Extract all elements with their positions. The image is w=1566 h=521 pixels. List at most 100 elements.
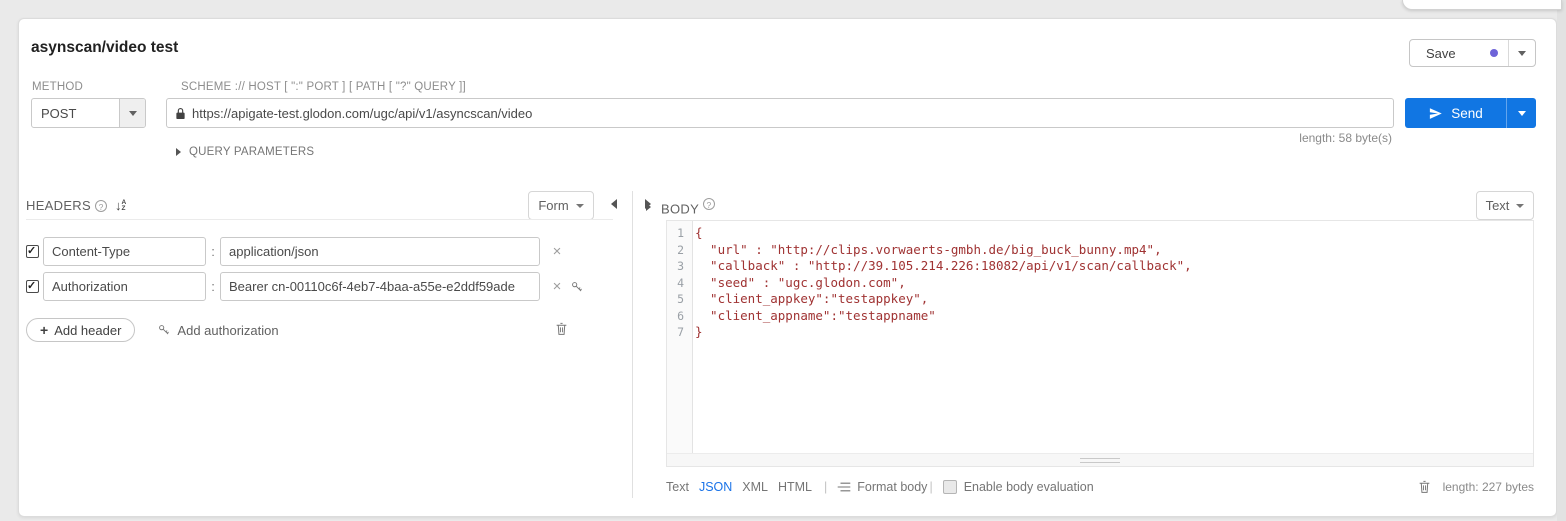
- chevron-down-icon: [1518, 51, 1526, 56]
- format-body-label: Format body: [857, 480, 927, 494]
- method-value: POST: [32, 106, 119, 121]
- add-header-label: Add header: [54, 323, 121, 338]
- body-length-text: length: 227 bytes: [1443, 480, 1534, 494]
- editor-resize-handle[interactable]: [667, 453, 1533, 466]
- key-icon: [157, 323, 171, 337]
- code-line: 6 "client_appname":"testappname": [667, 308, 1533, 325]
- save-button[interactable]: Save: [1409, 39, 1536, 67]
- clear-body-button[interactable]: [1418, 480, 1431, 494]
- save-button-label: Save: [1410, 46, 1456, 61]
- format-icon: [837, 481, 851, 493]
- code-line: 5 "client_appkey":"testappkey",: [667, 291, 1533, 308]
- chevron-right-icon[interactable]: [646, 203, 651, 211]
- url-field[interactable]: [166, 98, 1394, 128]
- request-card: asynscan/video test Save METHOD SCHEME :…: [18, 18, 1557, 517]
- page-title: asynscan/video test: [31, 39, 178, 57]
- send-button-main[interactable]: Send: [1405, 106, 1506, 121]
- add-authorization-button[interactable]: Add authorization: [157, 323, 278, 338]
- body-section-header: BODY?: [646, 198, 715, 216]
- body-mode-toggle[interactable]: Text: [1476, 191, 1534, 220]
- headers-title: HEADERS: [26, 198, 91, 213]
- help-icon[interactable]: ?: [95, 200, 107, 212]
- chevron-down-icon: [576, 204, 584, 208]
- az-letters: AZ: [121, 200, 126, 212]
- query-parameters-label: QUERY PARAMETERS: [189, 146, 314, 158]
- separator: [824, 480, 827, 494]
- line-number: 3: [667, 258, 689, 275]
- code-line: 4 "seed" : "ugc.glodon.com",: [667, 275, 1533, 292]
- send-button-label: Send: [1451, 106, 1483, 121]
- header-name-input[interactable]: [43, 237, 206, 266]
- header-enabled-checkbox[interactable]: [26, 280, 39, 293]
- remove-header-button[interactable]: ×: [544, 243, 570, 260]
- method-label: METHOD: [32, 81, 83, 93]
- page-scrollbar[interactable]: [1557, 0, 1566, 521]
- body-editor[interactable]: 1 { 2 "url" : "http://clips.vorwaerts-gm…: [666, 220, 1534, 467]
- header-name-input[interactable]: [43, 272, 206, 301]
- chevron-down-icon: [129, 111, 137, 116]
- separator: [929, 480, 932, 494]
- unsaved-indicator-dot: [1490, 49, 1498, 57]
- code-line: 1 {: [667, 225, 1533, 242]
- code-text: "callback" : "http://39.105.214.226:1808…: [689, 258, 1192, 275]
- code-area[interactable]: 1 { 2 "url" : "http://clips.vorwaerts-gm…: [667, 221, 1533, 453]
- body-title: BODY?: [661, 198, 715, 216]
- sort-headers-icon[interactable]: ↓ AZ: [115, 200, 126, 212]
- headers-section-header: HEADERS ? ↓ AZ: [26, 198, 126, 213]
- header-row: : ×: [26, 237, 570, 266]
- line-number: 6: [667, 308, 689, 325]
- body-type-link[interactable]: Text: [666, 480, 689, 494]
- line-number: 1: [667, 225, 689, 242]
- add-header-button[interactable]: + Add header: [26, 318, 135, 342]
- send-dropdown-button[interactable]: [1507, 111, 1536, 116]
- resize-grip-icon: [1080, 458, 1120, 463]
- enable-evaluation-label: Enable body evaluation: [964, 480, 1094, 494]
- clear-headers-button[interactable]: [555, 322, 568, 336]
- headers-mode-label: Form: [538, 198, 568, 213]
- collapse-left-icon[interactable]: [611, 199, 617, 209]
- code-text: {: [689, 225, 703, 242]
- help-icon[interactable]: ?: [703, 198, 715, 210]
- remove-header-button[interactable]: ×: [544, 278, 570, 295]
- header-value-input[interactable]: [220, 272, 540, 301]
- method-select[interactable]: POST: [31, 98, 146, 128]
- line-number: 2: [667, 242, 689, 259]
- line-number: 7: [667, 324, 689, 341]
- format-body-button[interactable]: Format body: [837, 480, 927, 494]
- method-dropdown-button[interactable]: [119, 99, 145, 127]
- save-dropdown-button[interactable]: [1509, 40, 1535, 66]
- header-colon: :: [206, 279, 220, 294]
- url-input[interactable]: [192, 106, 1385, 121]
- body-mode-label: Text: [1486, 198, 1510, 213]
- send-button[interactable]: Send: [1405, 98, 1536, 128]
- enable-evaluation-checkbox[interactable]: [943, 480, 957, 494]
- header-value-input[interactable]: [220, 237, 540, 266]
- key-icon[interactable]: [570, 280, 584, 294]
- headers-mode-toggle[interactable]: Form: [528, 191, 594, 220]
- add-authorization-label: Add authorization: [177, 323, 278, 338]
- plus-icon: +: [40, 325, 48, 335]
- code-text: "client_appkey":"testappkey",: [689, 291, 928, 308]
- code-line: 7 }: [667, 324, 1533, 341]
- code-text: "seed" : "ugc.glodon.com",: [689, 275, 906, 292]
- code-line: 2 "url" : "http://clips.vorwaerts-gmbh.d…: [667, 242, 1533, 259]
- line-number: 5: [667, 291, 689, 308]
- browser-extension-tab[interactable]: [1402, 0, 1562, 10]
- panel-divider: [632, 191, 633, 498]
- body-type-link[interactable]: XML: [742, 480, 768, 494]
- query-parameters-toggle[interactable]: QUERY PARAMETERS: [176, 146, 314, 158]
- header-enabled-checkbox[interactable]: [26, 245, 39, 258]
- chevron-down-icon: [1518, 111, 1526, 116]
- code-text: "client_appname":"testappname": [689, 308, 936, 325]
- header-row: : ×: [26, 272, 584, 301]
- body-type-link[interactable]: HTML: [778, 480, 812, 494]
- lock-icon: [175, 107, 186, 120]
- code-text: }: [689, 324, 703, 341]
- body-footer: Text JSON XML HTML Format body Enable bo…: [666, 480, 1534, 494]
- chevron-right-icon: [176, 148, 181, 156]
- header-colon: :: [206, 244, 220, 259]
- headers-actions: + Add header Add authorization: [26, 318, 279, 342]
- scheme-label: SCHEME :// HOST [ ":" PORT ] [ PATH [ "?…: [181, 81, 466, 93]
- line-number: 4: [667, 275, 689, 292]
- body-type-link[interactable]: JSON: [699, 480, 732, 494]
